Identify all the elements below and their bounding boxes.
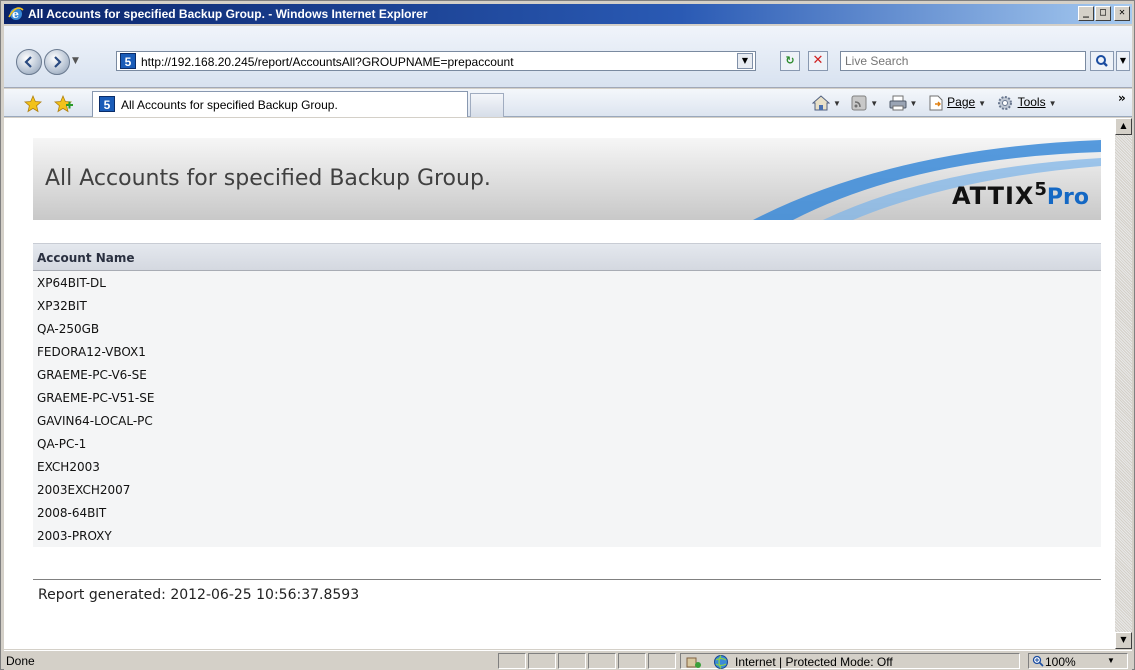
refresh-button[interactable]: ↻ xyxy=(780,51,800,71)
page-menu-label: Page xyxy=(947,95,976,110)
status-pane xyxy=(618,653,646,669)
site-favicon-icon: 5 xyxy=(120,53,136,69)
stop-button[interactable]: ✕ xyxy=(808,51,828,71)
status-bar: Done Internet | Protected Mode: Off 100%… xyxy=(4,650,1132,670)
table-row: XP64BIT-DL xyxy=(37,276,106,290)
forward-arrow-icon xyxy=(54,56,62,68)
close-button[interactable]: ✕ xyxy=(1114,6,1130,21)
report-banner: All Accounts for specified Backup Group.… xyxy=(33,138,1101,220)
gear-icon xyxy=(998,96,1013,110)
printer-icon xyxy=(889,95,907,111)
status-pane xyxy=(498,653,526,669)
back-button[interactable] xyxy=(16,49,42,75)
tools-menu-label: Tools xyxy=(1017,95,1046,110)
page-content: All Accounts for specified Backup Group.… xyxy=(4,118,1115,649)
search-options-dropdown-icon[interactable]: ▼ xyxy=(1116,51,1130,71)
tab-favicon-icon: 5 xyxy=(99,96,115,112)
table-row: EXCH2003 xyxy=(37,460,100,474)
search-input[interactable] xyxy=(841,52,1081,70)
scroll-up-button[interactable]: ▲ xyxy=(1115,118,1132,135)
accounts-table: Account Name XP64BIT-DL XP32BIT QA-250GB… xyxy=(33,243,1101,547)
address-field[interactable]: 5 http://192.168.20.245/report/AccountsA… xyxy=(116,51,756,71)
back-arrow-icon xyxy=(24,56,32,68)
scroll-down-button[interactable]: ▼ xyxy=(1115,632,1132,649)
recent-pages-dropdown-icon[interactable]: ▼ xyxy=(72,56,79,66)
tab-bar: 5 All Accounts for specified Backup Grou… xyxy=(4,89,1132,117)
table-row: 2008-64BIT xyxy=(37,506,107,520)
table-row: XP32BIT xyxy=(37,299,87,313)
table-row: GRAEME-PC-V6-SE xyxy=(37,368,147,382)
favorites-star-icon[interactable] xyxy=(24,95,42,113)
logo-main-text: ATTIX xyxy=(951,182,1035,210)
home-icon xyxy=(811,95,831,111)
search-icon xyxy=(1096,55,1108,67)
logo-superscript: 5 xyxy=(1034,179,1047,200)
status-pane xyxy=(558,653,586,669)
forward-button[interactable] xyxy=(44,49,70,75)
status-pane xyxy=(588,653,616,669)
table-row: GAVIN64-LOCAL-PC xyxy=(37,414,153,428)
attix-logo: ATTIX5Pro xyxy=(951,179,1089,210)
vertical-scrollbar[interactable]: ▲ ▼ xyxy=(1115,118,1132,649)
navigation-bar: ▼ 5 http://192.168.20.245/report/Account… xyxy=(4,26,1132,88)
security-zone-text: Internet | Protected Mode: Off xyxy=(735,655,893,669)
column-header-account-name: Account Name xyxy=(37,251,135,265)
footer-divider xyxy=(33,579,1101,580)
report-generated-timestamp: Report generated: 2012-06-25 10:56:37.85… xyxy=(38,587,360,603)
page-icon xyxy=(929,95,943,111)
add-favorite-icon[interactable] xyxy=(54,95,74,113)
table-row: QA-250GB xyxy=(37,322,100,336)
zoom-icon xyxy=(1032,655,1044,667)
globe-icon xyxy=(714,655,728,669)
print-button[interactable]: ▼ xyxy=(889,95,917,111)
command-bar: ▼ ▼ ▼ Page ▼ Tools ▼ xyxy=(811,94,1064,114)
report-title: All Accounts for specified Backup Group. xyxy=(45,166,491,191)
zoom-level: 100% xyxy=(1045,655,1076,669)
maximize-button[interactable]: □ xyxy=(1095,6,1111,21)
status-text: Done xyxy=(6,654,35,668)
tab-current[interactable]: 5 All Accounts for specified Backup Grou… xyxy=(92,91,468,117)
search-button[interactable] xyxy=(1090,51,1114,71)
zoom-dropdown-icon[interactable]: ▼ xyxy=(1107,656,1115,665)
status-pane xyxy=(648,653,676,669)
security-zone-pane[interactable]: Internet | Protected Mode: Off xyxy=(680,653,1020,669)
tab-label: All Accounts for specified Backup Group. xyxy=(121,98,338,112)
window-title: All Accounts for specified Backup Group.… xyxy=(28,7,428,21)
table-row: 2003-PROXY xyxy=(37,529,112,543)
table-row: 2003EXCH2007 xyxy=(37,483,131,497)
rss-feed-icon xyxy=(851,95,867,111)
more-commands-chevron-icon[interactable]: » xyxy=(1118,91,1126,105)
status-pane xyxy=(528,653,556,669)
feeds-button[interactable]: ▼ xyxy=(851,95,878,111)
table-row: GRAEME-PC-V51-SE xyxy=(37,391,155,405)
new-tab-button[interactable] xyxy=(470,93,504,117)
address-url[interactable]: http://192.168.20.245/report/AccountsAll… xyxy=(141,55,514,69)
page-menu-button[interactable]: Page ▼ xyxy=(928,95,986,111)
search-box[interactable] xyxy=(840,51,1086,71)
add-on-icon xyxy=(686,657,701,668)
table-row: QA-PC-1 xyxy=(37,437,87,451)
table-body: XP64BIT-DL XP32BIT QA-250GB FEDORA12-VBO… xyxy=(33,271,1101,547)
address-dropdown-icon[interactable]: ▼ xyxy=(737,53,753,69)
browser-window: e All Accounts for specified Backup Grou… xyxy=(0,0,1135,670)
home-button[interactable]: ▼ xyxy=(811,95,841,111)
internet-explorer-icon: e xyxy=(8,7,24,21)
table-row: FEDORA12-VBOX1 xyxy=(37,345,146,359)
zoom-control[interactable]: 100% ▼ xyxy=(1028,653,1128,669)
tools-menu-button[interactable]: Tools ▼ xyxy=(996,94,1057,112)
minimize-button[interactable]: _ xyxy=(1078,6,1094,21)
title-bar: e All Accounts for specified Backup Grou… xyxy=(4,4,1132,24)
logo-pro-text: Pro xyxy=(1046,185,1089,210)
table-header: Account Name xyxy=(33,243,1101,271)
